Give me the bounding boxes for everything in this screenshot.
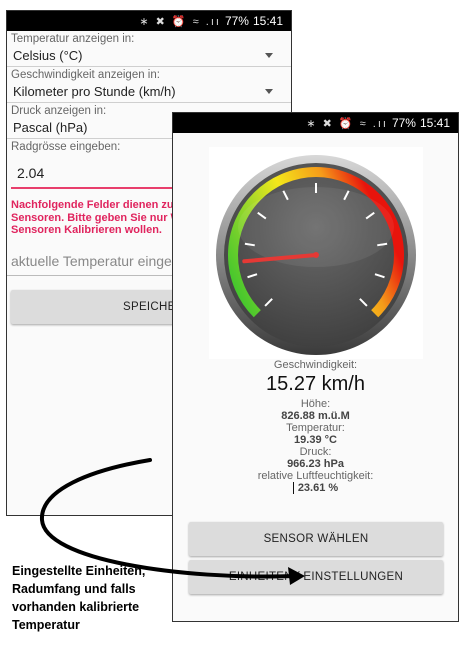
clock: 15:41 — [419, 116, 450, 130]
height-value: 826.88 m.ü.M — [281, 410, 350, 422]
select-sensor-button[interactable]: SENSOR WÄHLEN — [189, 522, 443, 556]
status-icons: ∗ ✖ ⏰ ≈ .ıı — [139, 15, 221, 28]
pressure-value: 966.23 hPa — [287, 458, 344, 470]
humidity-label: relative Luftfeuchtigkeit: — [257, 470, 374, 482]
speed-unit-label: Geschwindigkeit anzeigen in: — [11, 69, 160, 81]
height-label: Höhe: — [300, 398, 331, 410]
speed-value: 15.27 km/h — [266, 373, 365, 395]
status-bar: ∗ ✖ ⏰ ≈ .ıı 77% 15:41 — [173, 113, 458, 133]
chevron-down-icon — [265, 53, 273, 58]
temperature-label: Temperatur: — [286, 422, 345, 434]
main-screen: ∗ ✖ ⏰ ≈ .ıı 77% 15:41 Geschwindigkeit: 1… — [172, 112, 459, 622]
temperature-unit-value: Celsius (°C) — [13, 48, 83, 63]
temperature-value: 19.39 °C — [294, 434, 337, 446]
temperature-unit-label: Temperatur anzeigen in: — [11, 33, 135, 45]
status-icons: ∗ ✖ ⏰ ≈ .ıı — [306, 117, 388, 130]
pressure-label: Druck: — [299, 446, 332, 458]
humidity-row: 23.61 % — [173, 482, 458, 494]
speedometer-gauge — [208, 147, 423, 359]
status-bar: ∗ ✖ ⏰ ≈ .ıı 77% 15:41 — [7, 11, 291, 31]
clock: 15:41 — [252, 14, 283, 28]
annotation-caption: Eingestellte Einheiten, Radumfang und fa… — [12, 562, 172, 634]
speedometer-icon — [215, 155, 416, 355]
battery-level: 77% — [224, 14, 249, 28]
humidity-value: 23.61 % — [297, 482, 339, 494]
annotation-line: vorhanden kalibrierte — [12, 600, 140, 614]
pressure-unit-value: Pascal (hPa) — [13, 120, 88, 135]
speed-unit-select[interactable]: Kilometer pro Stunde (km/h) — [7, 81, 291, 103]
annotation-line: Eingestellte Einheiten, — [12, 564, 146, 578]
temperature-unit-select[interactable]: Celsius (°C) — [7, 45, 291, 67]
battery-level: 77% — [391, 116, 416, 130]
chevron-down-icon — [265, 89, 273, 94]
text-cursor — [292, 482, 294, 494]
units-settings-button[interactable]: EINHEITEN / EINSTELLUNGEN — [189, 560, 443, 594]
speed-label: Geschwindigkeit: — [273, 359, 358, 371]
annotation-line: Temperatur — [12, 618, 80, 632]
speed-unit-value: Kilometer pro Stunde (km/h) — [13, 84, 176, 99]
annotation-line: Radumfang und falls — [12, 582, 136, 596]
